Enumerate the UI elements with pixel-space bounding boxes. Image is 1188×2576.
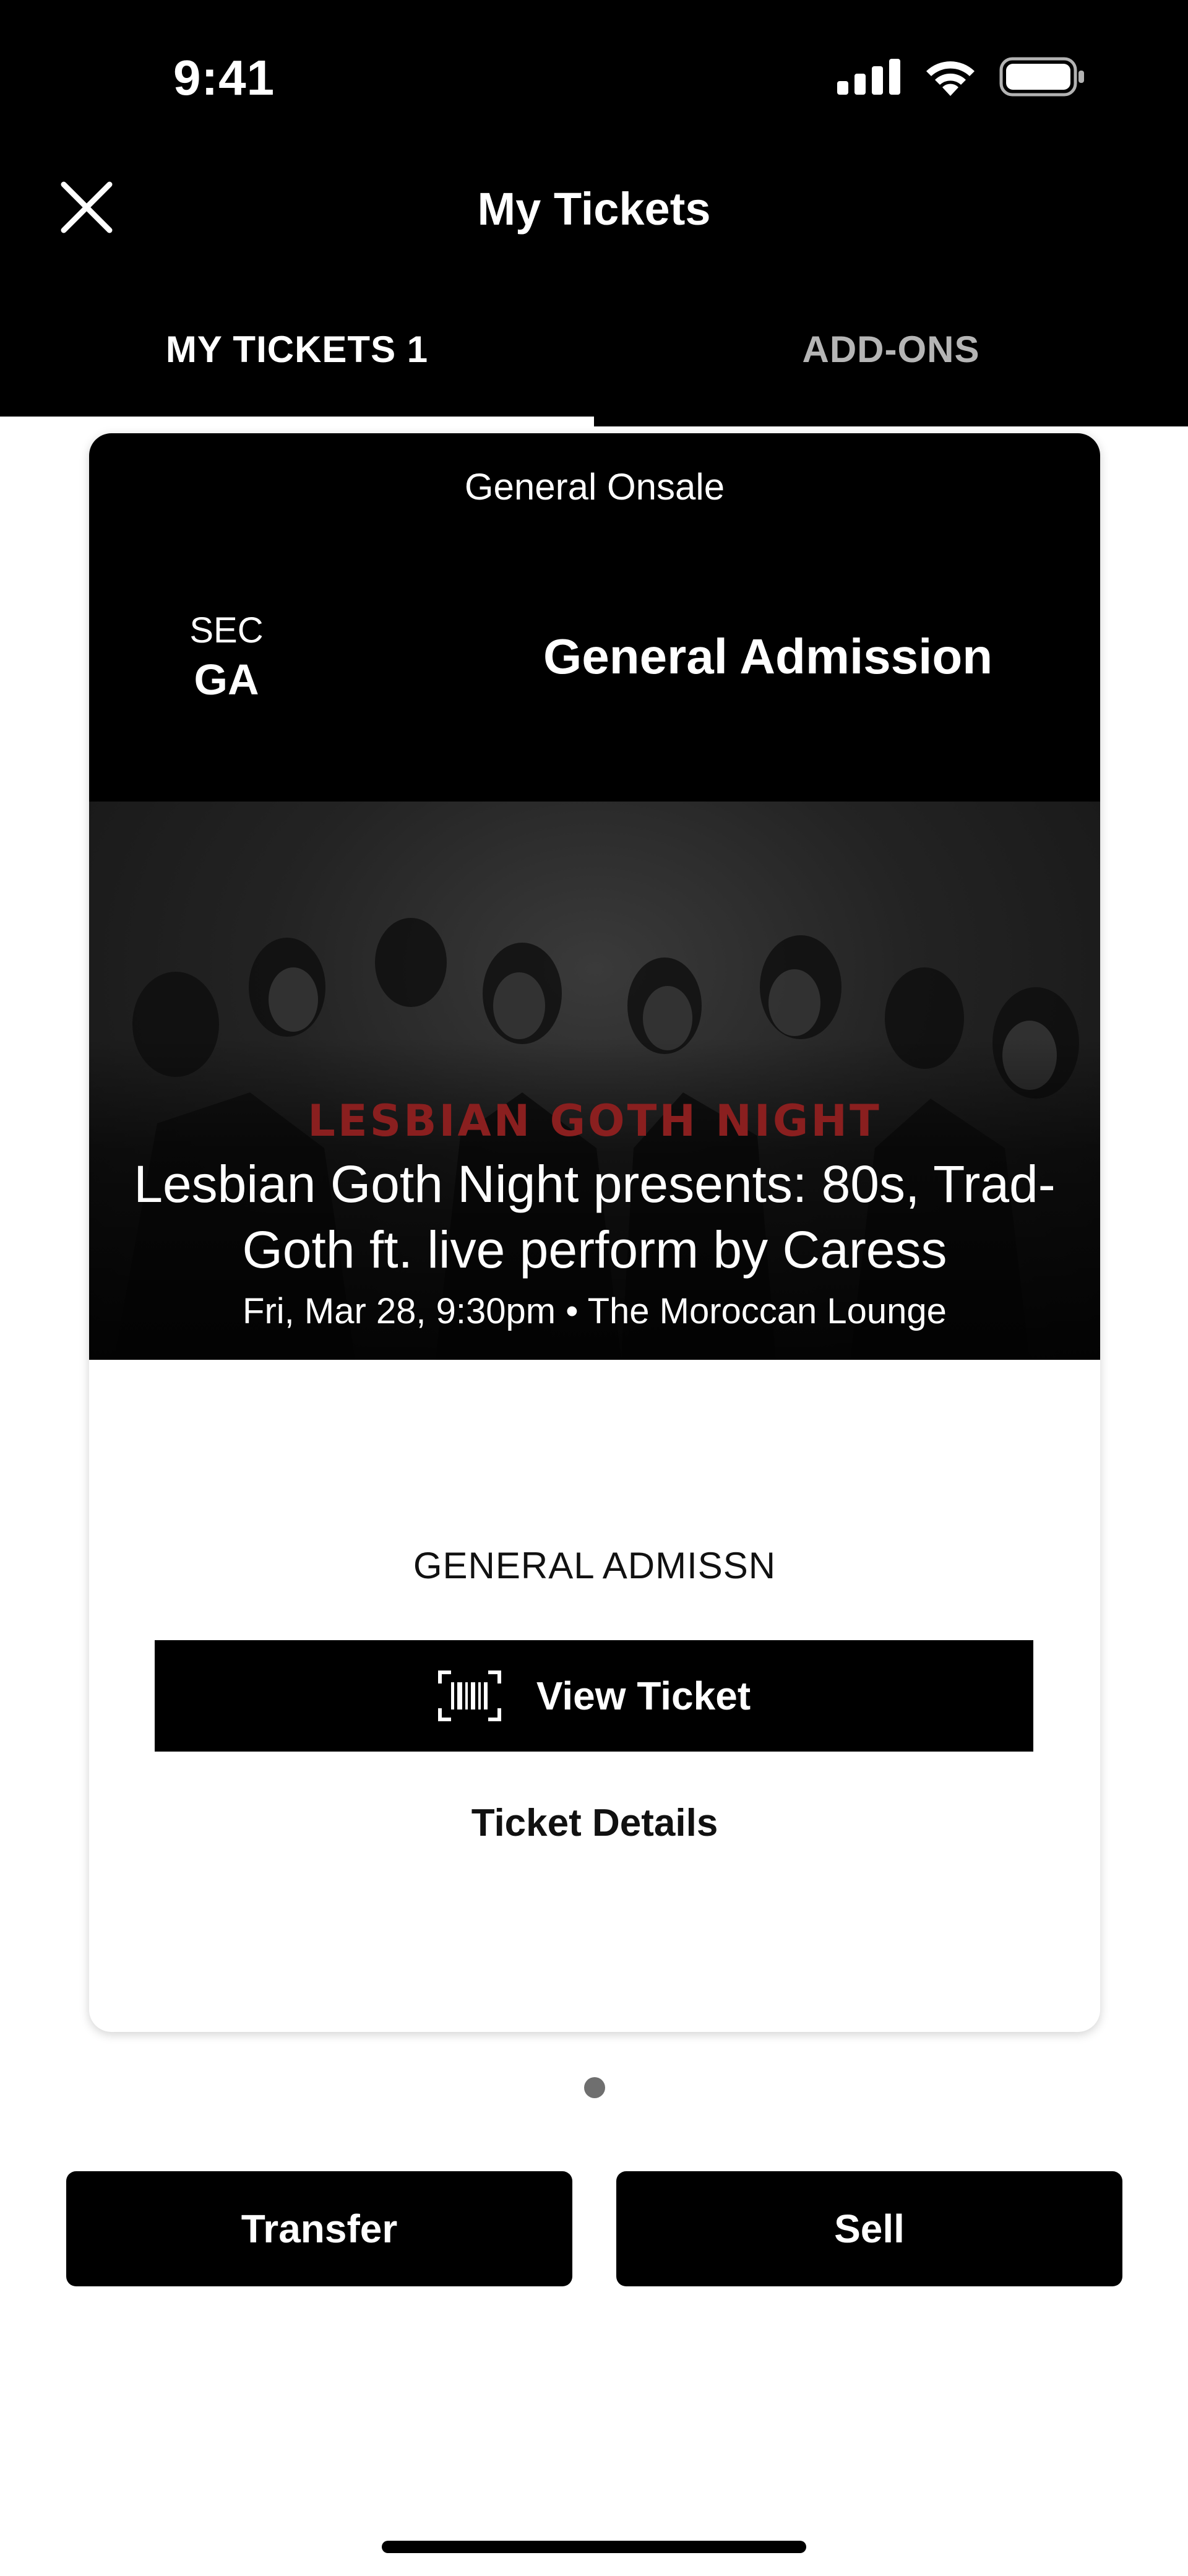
status-icons	[837, 57, 1086, 97]
admission-title: General Admission	[543, 629, 993, 684]
transfer-button[interactable]: Transfer	[66, 2171, 572, 2286]
tab-bar: MY TICKETS 1 ADD-ONS	[0, 309, 1188, 427]
view-ticket-button[interactable]: View Ticket	[155, 1640, 1033, 1752]
tab-add-ons[interactable]: ADD-ONS	[594, 309, 1188, 427]
tab-divider	[594, 417, 1188, 426]
home-indicator[interactable]	[382, 2541, 806, 2553]
active-tab-indicator	[0, 417, 594, 426]
event-banner: LESBIAN GOTH NIGHT Lesbian Goth Night pr…	[89, 802, 1100, 1360]
view-ticket-label: View Ticket	[536, 1674, 751, 1718]
pagination-dot	[584, 2077, 605, 2098]
tab-my-tickets[interactable]: MY TICKETS 1	[0, 309, 594, 427]
onsale-label: General Onsale	[464, 466, 725, 508]
section-value: GA	[194, 655, 259, 704]
ticket-card[interactable]: General Onsale SEC GA General Admission	[89, 433, 1100, 2032]
ticket-header: General Onsale SEC GA General Admission	[89, 433, 1100, 802]
event-date-venue: Fri, Mar 28, 9:30pm • The Moroccan Loung…	[243, 1291, 947, 1331]
event-title: Lesbian Goth Night presents: 80s, Trad-G…	[134, 1155, 1056, 1279]
section-label: SEC	[189, 610, 264, 650]
signal-icon	[837, 59, 900, 95]
event-logo: LESBIAN GOTH NIGHT	[308, 1096, 882, 1146]
battery-icon	[999, 57, 1084, 97]
ticket-details-link[interactable]: Ticket Details	[89, 1801, 1100, 1845]
barcode-icon	[437, 1671, 501, 1721]
wifi-icon	[926, 61, 975, 96]
header: 9:41 My Tickets MY TICKETS 1 ADD-ONS	[0, 0, 1188, 417]
status-time: 9:41	[173, 50, 275, 105]
sell-button[interactable]: Sell	[616, 2171, 1122, 2286]
page-title: My Tickets	[477, 183, 711, 235]
ticket-type: GENERAL ADMISSN	[413, 1545, 777, 1586]
